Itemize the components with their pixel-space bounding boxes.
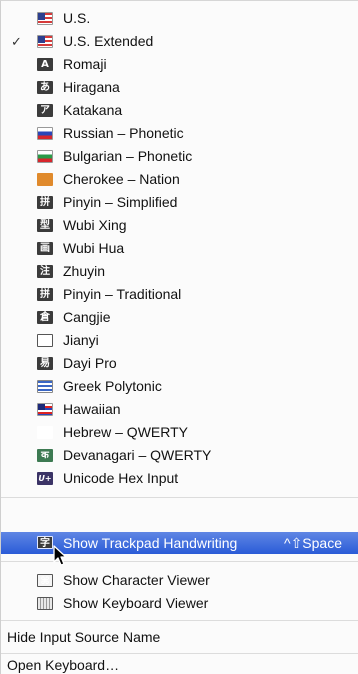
menu-item-greek-polytonic[interactable]: Greek Polytonic xyxy=(1,375,358,398)
pinyin-traditional-icon: 拼 xyxy=(37,288,53,301)
menu-item-label: Bulgarian – Phonetic xyxy=(63,148,193,164)
menu-item-bulgarian-phonetic[interactable]: Bulgarian – Phonetic xyxy=(1,145,358,168)
menu-item-open-keyboard[interactable]: Open Keyboard… xyxy=(1,656,358,674)
menu-item-cangjie[interactable]: 倉 Cangjie xyxy=(1,306,358,329)
devanagari-icon: क xyxy=(37,449,53,462)
wubi-xing-icon: 型 xyxy=(37,219,53,232)
menu-item-label: Romaji xyxy=(63,56,107,72)
menu-item-hiragana[interactable]: あ Hiragana xyxy=(1,76,358,99)
menu-item-label: Open Keyboard… xyxy=(7,657,120,673)
menu-item-label: Greek Polytonic xyxy=(63,378,162,394)
character-viewer-icon: ⌘ xyxy=(37,574,53,587)
menu-separator xyxy=(1,620,358,621)
menu-item-label: U.S. Extended xyxy=(63,33,154,49)
menu-item-katakana[interactable]: ア Katakana xyxy=(1,99,358,122)
hiragana-icon: あ xyxy=(37,81,53,94)
greece-flag-icon xyxy=(37,380,53,393)
us-flag-icon xyxy=(37,12,53,25)
menu-item-russian-phonetic[interactable]: Russian – Phonetic xyxy=(1,122,358,145)
menu-item-jianyi[interactable]: 速 Jianyi xyxy=(1,329,358,352)
menu-item-label: Devanagari – QWERTY xyxy=(63,447,212,463)
menu-item-wubi-hua[interactable]: 画 Wubi Hua xyxy=(1,237,358,260)
checkmark-icon: ✓ xyxy=(11,34,22,49)
menu-item-label: Unicode Hex Input xyxy=(63,470,179,486)
menu-item-label: Russian – Phonetic xyxy=(63,125,184,141)
star-of-david-icon: ✡ xyxy=(37,426,53,439)
menu-item-pinyin-simplified[interactable]: 拼 Pinyin – Simplified xyxy=(1,191,358,214)
mouse-pointer-icon xyxy=(53,545,67,566)
menu-item-us[interactable]: U.S. xyxy=(1,7,358,30)
input-source-menu: U.S. ✓ U.S. Extended A Romaji あ Hiragana… xyxy=(0,0,358,674)
menu-item-label: U.S. xyxy=(63,10,91,26)
menu-item-label: Wubi Xing xyxy=(63,217,127,233)
menu-item-label: Cangjie xyxy=(63,309,111,325)
menu-item-show-character-viewer[interactable]: ⌘ Show Character Viewer xyxy=(1,569,358,592)
keyboard-viewer-icon xyxy=(37,597,53,610)
menu-item-label: Katakana xyxy=(63,102,123,118)
unicode-icon: U+ xyxy=(37,472,53,485)
menu-separator xyxy=(1,653,358,654)
zhuyin-icon: 注 xyxy=(37,265,53,278)
hawaii-flag-icon xyxy=(37,403,53,416)
dayi-icon: 易 xyxy=(37,357,53,370)
menu-item-show-keyboard-viewer[interactable]: Show Keyboard Viewer xyxy=(1,592,358,615)
menu-item-dayi-pro[interactable]: 易 Dayi Pro xyxy=(1,352,358,375)
us-flag-icon xyxy=(37,35,53,48)
menu-item-label: Hawaiian xyxy=(63,401,121,417)
menu-item-label: Show Keyboard Viewer xyxy=(63,595,209,611)
menu-item-label: Hide Input Source Name xyxy=(7,629,161,645)
romaji-icon: A xyxy=(37,58,53,71)
menu-item-label: Cherokee – Nation xyxy=(63,171,180,187)
menu-item-label: Zhuyin xyxy=(63,263,106,279)
menu-item-label: Hebrew – QWERTY xyxy=(63,424,188,440)
cangjie-icon: 倉 xyxy=(37,311,53,324)
menu-item-pinyin-traditional[interactable]: 拼 Pinyin – Traditional xyxy=(1,283,358,306)
menu-item-label: Hiragana xyxy=(63,79,120,95)
katakana-icon: ア xyxy=(37,104,53,117)
menu-item-hawaiian[interactable]: Hawaiian xyxy=(1,398,358,421)
menu-separator xyxy=(1,497,358,498)
pinyin-simplified-icon: 拼 xyxy=(37,196,53,209)
menu-item-zhuyin[interactable]: 注 Zhuyin xyxy=(1,260,358,283)
handwriting-icon: 字 xyxy=(37,536,53,549)
menu-item-label: Dayi Pro xyxy=(63,355,117,371)
menu-item-label: Wubi Hua xyxy=(63,240,125,256)
keyboard-shortcut: ^⇧Space xyxy=(284,535,342,551)
jianyi-icon: 速 xyxy=(37,334,53,347)
menu-item-label: Pinyin – Traditional xyxy=(63,286,182,302)
cherokee-icon xyxy=(37,173,53,186)
bulgaria-flag-icon xyxy=(37,150,53,163)
menu-item-hide-input-source-name[interactable]: Hide Input Source Name xyxy=(1,626,358,649)
menu-item-label: Show Trackpad Handwriting xyxy=(63,535,238,551)
menu-item-hebrew-qwerty[interactable]: ✡ Hebrew – QWERTY xyxy=(1,421,358,444)
menu-item-cherokee-nation[interactable]: Cherokee – Nation xyxy=(1,168,358,191)
menu-item-label: Jianyi xyxy=(63,332,99,348)
menu-item-label: Show Character Viewer xyxy=(63,572,210,588)
menu-item-devanagari-qwerty[interactable]: क Devanagari – QWERTY xyxy=(1,444,358,467)
menu-item-unicode-hex-input[interactable]: U+ Unicode Hex Input xyxy=(1,467,358,490)
wubi-hua-icon: 画 xyxy=(37,242,53,255)
russia-flag-icon xyxy=(37,127,53,140)
menu-item-romaji[interactable]: A Romaji xyxy=(1,53,358,76)
menu-item-us-extended[interactable]: ✓ U.S. Extended xyxy=(1,30,358,53)
menu-item-label: Pinyin – Simplified xyxy=(63,194,178,210)
menu-item-wubi-xing[interactable]: 型 Wubi Xing xyxy=(1,214,358,237)
